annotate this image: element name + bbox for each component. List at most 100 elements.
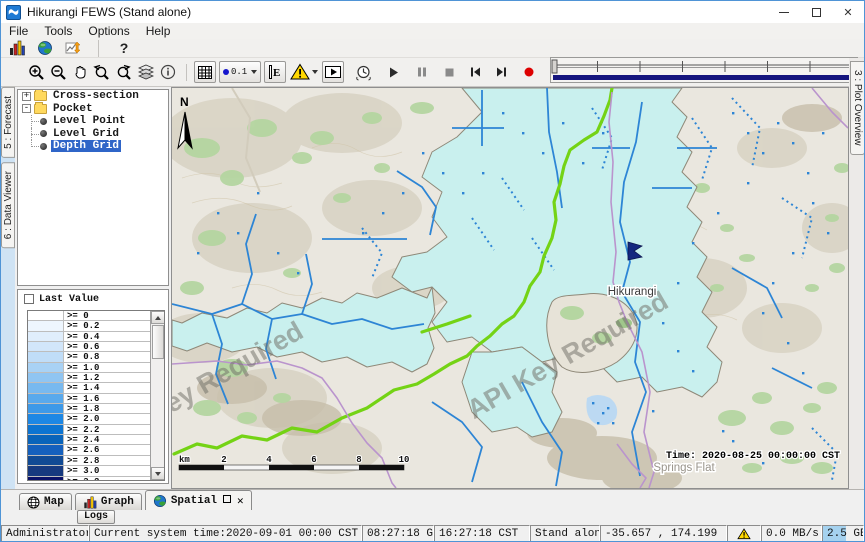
tree-item-level-grid[interactable]: Level Grid <box>18 128 168 141</box>
node-bullet-icon <box>40 143 47 150</box>
grid-toggle-button[interactable] <box>194 61 216 83</box>
tab-plot-overview[interactable]: 3 : Plot Overview <box>850 61 865 155</box>
zoom-out-button[interactable] <box>47 61 69 83</box>
help-button[interactable]: ? <box>114 37 134 59</box>
tree-item-depth-grid[interactable]: Depth Grid <box>18 140 168 153</box>
legend-row[interactable]: >= 1.2 <box>28 373 150 383</box>
legend-panel: Last Value >= 0>= 0.2>= 0.4>= 0.6>= 0.8>… <box>17 289 169 484</box>
svg-text:4: 4 <box>266 455 272 465</box>
layers-button[interactable] <box>135 61 157 83</box>
status-warning-cell[interactable] <box>727 525 761 542</box>
last-value-checkbox[interactable] <box>24 294 34 304</box>
legend-row[interactable]: >= 1.8 <box>28 404 150 414</box>
scroll-up-button[interactable] <box>151 311 165 324</box>
legend-row[interactable]: >= 1.4 <box>28 383 150 393</box>
timeline-slider[interactable] <box>550 57 858 88</box>
tab-graph[interactable]: Graph <box>75 493 142 510</box>
legend-toggle-button[interactable]: E <box>264 61 286 83</box>
legend-scrollbar[interactable] <box>150 311 164 480</box>
info-button[interactable] <box>157 61 179 83</box>
stop-button[interactable] <box>438 61 460 83</box>
interval-value: 0.1 <box>231 67 247 77</box>
zoom-in-button[interactable] <box>25 61 47 83</box>
tree-item-level-point[interactable]: Level Point <box>18 115 168 128</box>
pause-button[interactable] <box>411 61 433 83</box>
legend-row[interactable]: >= 0.4 <box>28 332 150 342</box>
pan-button[interactable] <box>69 61 91 83</box>
svg-text:N: N <box>180 95 189 109</box>
tree-item-label: Level Point <box>51 115 128 127</box>
node-bullet-icon <box>40 130 47 137</box>
info-icon <box>160 64 176 80</box>
map-canvas[interactable]: N API Key Required API Key Required Hiku… <box>172 88 848 488</box>
main-area: 5 : Forecast 6 : Data Viewer + Cross-sec… <box>1 87 865 489</box>
animation-settings-button[interactable] <box>352 61 374 83</box>
legend-row[interactable]: >= 0 <box>28 311 150 321</box>
skip-to-start-button[interactable] <box>464 61 486 83</box>
legend-rows: >= 0>= 0.2>= 0.4>= 0.6>= 0.8>= 1.0>= 1.2… <box>28 311 150 480</box>
tab-restore-icon[interactable] <box>223 495 231 507</box>
legend-row[interactable]: >= 2.2 <box>28 425 150 435</box>
main-toolbar: ? <box>1 39 864 58</box>
scroll-down-button[interactable] <box>151 467 165 480</box>
status-coordinates: -35.657 , 174.199 <box>600 525 727 542</box>
legend-row[interactable]: >= 3.0 <box>28 466 150 476</box>
toolbar-separator <box>186 64 187 81</box>
app-logo-icon <box>6 5 21 20</box>
status-gmt-time: 08:27:18 GMT <box>362 525 434 542</box>
menu-help[interactable]: Help <box>138 23 179 39</box>
explorer-button[interactable] <box>7 37 27 59</box>
close-button[interactable]: ✕ <box>832 1 864 23</box>
legend-row[interactable]: >= 0.2 <box>28 321 150 331</box>
tree-item-pocket[interactable]: - Pocket <box>18 103 168 116</box>
tab-data-viewer[interactable]: 6 : Data Viewer <box>1 162 15 248</box>
animation-panel-button[interactable] <box>322 61 344 83</box>
timeline-handle[interactable] <box>552 60 557 73</box>
grid-icon <box>198 66 212 79</box>
logs-button[interactable]: Logs <box>77 510 115 524</box>
maximize-button[interactable] <box>800 1 832 23</box>
zoom-next-button[interactable] <box>113 61 135 83</box>
tab-forecast[interactable]: 5 : Forecast <box>1 87 15 158</box>
legend-row[interactable]: >= 2.0 <box>28 414 150 424</box>
minimize-button[interactable] <box>768 1 800 23</box>
folder-icon <box>34 91 47 101</box>
record-button[interactable] <box>518 61 540 83</box>
tab-close-icon[interactable]: ✕ <box>237 494 244 508</box>
legend-row[interactable]: >= 0.8 <box>28 352 150 362</box>
expand-icon[interactable]: + <box>22 92 31 101</box>
skip-end-icon <box>495 66 508 78</box>
legend-label: >= 0.6 <box>64 342 99 351</box>
collapse-icon[interactable]: - <box>22 104 31 113</box>
map-display-button[interactable] <box>35 37 55 59</box>
legend-row[interactable]: >= 0.6 <box>28 342 150 352</box>
legend-row[interactable]: >= 2.8 <box>28 456 150 466</box>
legend-row[interactable]: >= 2.4 <box>28 435 150 445</box>
interval-dropdown[interactable]: 0.1 <box>219 61 261 83</box>
legend-label: >= 1.2 <box>64 373 99 382</box>
legend-row[interactable]: >= 1.0 <box>28 363 150 373</box>
node-bullet-icon <box>40 118 47 125</box>
titlebar: Hikurangi FEWS (Stand alone) ✕ <box>1 1 864 23</box>
scrollbar-thumb[interactable] <box>152 325 164 359</box>
skip-to-end-button[interactable] <box>490 61 512 83</box>
zoom-previous-button[interactable] <box>91 61 113 83</box>
spatial-display-button[interactable] <box>63 37 83 59</box>
legend-row[interactable]: >= 1.6 <box>28 394 150 404</box>
map-toolbar: 0.1 E <box>1 58 849 87</box>
legend-label: >= 1.6 <box>64 394 99 403</box>
tree-item-cross-section[interactable]: + Cross-section <box>18 90 168 103</box>
warning-icon <box>290 63 310 81</box>
timeline-track <box>550 57 858 83</box>
legend-label: >= 2.0 <box>64 414 99 423</box>
svg-text:km: km <box>179 455 190 465</box>
warning-dropdown[interactable] <box>290 63 318 81</box>
tab-map[interactable]: Map <box>19 493 72 510</box>
tab-spatial[interactable]: Spatial ✕ <box>145 490 252 510</box>
legend-row[interactable]: >= 3.2 <box>28 477 150 481</box>
play-button[interactable] <box>382 61 404 83</box>
legend-swatch <box>28 363 64 372</box>
place-label-hikurangi: Hikurangi <box>608 286 657 298</box>
help-icon: ? <box>120 40 129 56</box>
legend-row[interactable]: >= 2.6 <box>28 445 150 455</box>
